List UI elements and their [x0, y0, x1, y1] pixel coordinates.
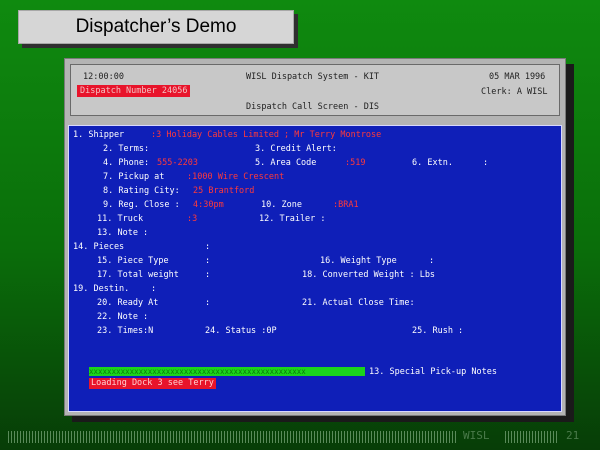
ready-at-label: 20. Ready At: [97, 298, 159, 308]
destin-label: 19. Destin.: [73, 284, 130, 294]
weight-type-label: 16. Weight Type: [320, 256, 397, 266]
zone-field[interactable]: :BRA1: [333, 200, 359, 211]
status-field[interactable]: 24. Status :0P: [205, 326, 277, 337]
terms-label: 2. Terms:: [103, 144, 150, 154]
phone-field[interactable]: 555-2203: [157, 158, 198, 169]
note-22-label: 22. Note :: [97, 312, 149, 322]
dispatch-number: Dispatch Number 24056: [77, 85, 191, 97]
destin-field[interactable]: :: [151, 284, 156, 295]
pickup-field[interactable]: :1000 Wire Crescent: [187, 172, 284, 183]
area-code-field[interactable]: :519: [345, 158, 365, 169]
footer-barcode-left: [8, 431, 458, 443]
reg-close-field[interactable]: 4:30pm: [193, 200, 224, 211]
dispatch-call-screen: 1. Shipper :3 Holiday Cables Limited ; M…: [68, 125, 562, 412]
rating-city-label: 8. Rating City:: [103, 186, 180, 196]
truck-label: 11. Truck: [97, 214, 144, 224]
actual-close-label: 21. Actual Close Time:: [302, 298, 415, 308]
shipper-label: 1. Shipper: [73, 130, 125, 140]
footer-barcode-right: [505, 431, 557, 443]
truck-field[interactable]: :3: [187, 214, 197, 225]
clock: 12:00:00: [83, 72, 124, 82]
screen-title: Dispatch Call Screen - DIS: [246, 102, 380, 112]
slide-title: Dispatcher’s Demo: [18, 10, 294, 44]
slide-footer: WISL 21: [0, 428, 600, 448]
footer-brand: WISL: [463, 429, 490, 442]
trailer-label: 12. Trailer :: [259, 214, 326, 224]
special-notes-input-bar[interactable]: xxxxxxxxxxxxxxxxxxxxxxxxxxxxxxxxxxxxxxxx…: [89, 367, 365, 376]
screen-header: 12:00:00 WISL Dispatch System - KIT 05 M…: [70, 64, 560, 116]
system-title: WISL Dispatch System - KIT: [246, 72, 380, 82]
converted-weight-label: 18. Converted Weight : Lbs: [302, 270, 436, 280]
extn-field[interactable]: :: [483, 158, 488, 169]
reg-close-label: 9. Reg. Close :: [103, 200, 180, 210]
piece-type-label: 15. Piece Type: [97, 256, 169, 266]
times-field[interactable]: 23. Times:N: [97, 326, 153, 337]
area-code-label: 5. Area Code: [255, 158, 317, 168]
rating-city-field[interactable]: 25 Brantford: [193, 186, 254, 197]
note-13-label: 13. Note :: [97, 228, 149, 238]
page-number: 21: [566, 429, 580, 442]
date: 05 MAR 1996: [489, 72, 546, 82]
zone-label: 10. Zone: [261, 200, 302, 210]
dispatch-window: 12:00:00 WISL Dispatch System - KIT 05 M…: [64, 58, 566, 416]
phone-label: 4. Phone:: [103, 158, 150, 168]
pieces-label: 14. Pieces: [73, 242, 125, 252]
total-weight-field[interactable]: :: [205, 270, 210, 281]
weight-type-field[interactable]: :: [429, 256, 434, 267]
pieces-field[interactable]: :: [205, 242, 210, 253]
special-notes-field[interactable]: Loading Dock 3 see Terry: [89, 378, 216, 389]
clerk: Clerk: A WISL: [481, 87, 548, 97]
pickup-label: 7. Pickup at: [103, 172, 165, 182]
piece-type-field[interactable]: :: [205, 256, 210, 267]
credit-alert-label: 3. Credit Alert:: [255, 144, 337, 154]
ready-at-field[interactable]: :: [205, 298, 210, 309]
extn-label: 6. Extn.: [412, 158, 453, 168]
shipper-field[interactable]: :3 Holiday Cables Limited ; Mr Terry Mon…: [151, 130, 381, 141]
special-notes-label: 13. Special Pick-up Notes: [369, 367, 497, 377]
rush-field[interactable]: 25. Rush :: [412, 326, 463, 337]
total-weight-label: 17. Total weight: [97, 270, 179, 280]
